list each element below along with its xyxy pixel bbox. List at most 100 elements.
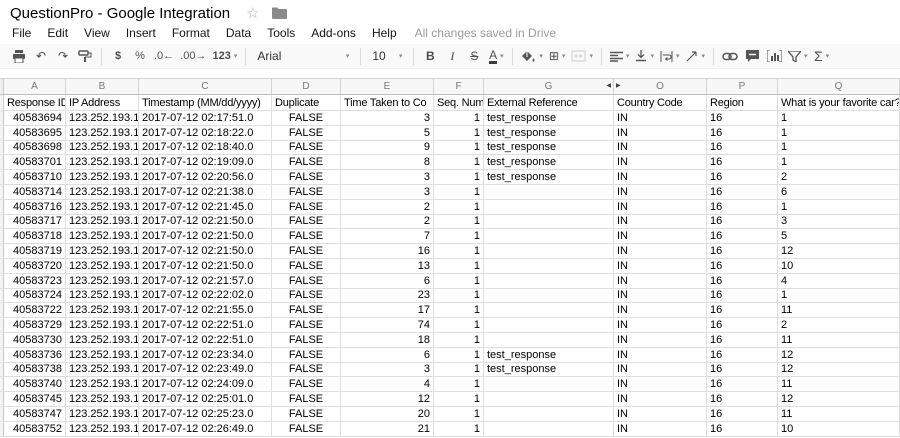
cell-c-row20[interactable]: 2017-07-12 02:24:09.0 bbox=[139, 377, 272, 393]
cell-a-row9[interactable]: 40583717 bbox=[4, 214, 66, 230]
cell-p-row17[interactable]: 16 bbox=[707, 332, 778, 348]
cell-f-row12[interactable]: 1 bbox=[434, 258, 484, 274]
cell-c-row18[interactable]: 2017-07-12 02:23:34.0 bbox=[139, 347, 272, 363]
cell-o-row7[interactable]: IN bbox=[614, 184, 707, 200]
cell-g-row14[interactable] bbox=[484, 288, 614, 304]
filter-button[interactable]: ▾ bbox=[785, 46, 811, 67]
header-cell-a[interactable]: Response ID bbox=[4, 95, 66, 111]
cell-q-row14[interactable]: 1 bbox=[778, 288, 900, 304]
column-header-d[interactable]: D bbox=[272, 79, 341, 94]
cell-f-row18[interactable]: 1 bbox=[434, 347, 484, 363]
cell-e-row11[interactable]: 16 bbox=[341, 244, 434, 259]
functions-button[interactable]: Σ ▾ bbox=[811, 46, 833, 67]
cell-o-row21[interactable]: IN bbox=[614, 392, 707, 407]
cell-d-row20[interactable]: FALSE bbox=[272, 377, 341, 393]
header-cell-f[interactable]: Seq. Number bbox=[434, 95, 484, 111]
cell-c-row19[interactable]: 2017-07-12 02:23:49.0 bbox=[139, 362, 272, 378]
cell-o-row3[interactable]: IN bbox=[614, 125, 707, 141]
cell-c-row15[interactable]: 2017-07-12 02:21:55.0 bbox=[139, 303, 272, 319]
menu-view[interactable]: View bbox=[76, 25, 118, 41]
cell-e-row18[interactable]: 6 bbox=[341, 347, 434, 363]
print-button[interactable] bbox=[8, 46, 30, 67]
cell-e-row22[interactable]: 20 bbox=[341, 406, 434, 422]
bold-button[interactable]: B bbox=[419, 46, 441, 67]
cell-c-row2[interactable]: 2017-07-12 02:17:51.0 bbox=[139, 111, 272, 126]
cell-a-row7[interactable]: 40583714 bbox=[4, 184, 66, 200]
header-cell-o[interactable]: Country Code bbox=[614, 95, 707, 111]
cell-b-row9[interactable]: 123.252.193.148 bbox=[66, 214, 139, 230]
cell-b-row13[interactable]: 123.252.193.148 bbox=[66, 273, 139, 289]
cell-e-row7[interactable]: 3 bbox=[341, 184, 434, 200]
cell-g-row21[interactable] bbox=[484, 392, 614, 407]
redo-button[interactable]: ↷ bbox=[52, 46, 74, 67]
cell-f-row15[interactable]: 1 bbox=[434, 303, 484, 319]
menu-add-ons[interactable]: Add-ons bbox=[303, 25, 364, 41]
cell-g-row22[interactable] bbox=[484, 406, 614, 422]
cell-c-row11[interactable]: 2017-07-12 02:21:50.0 bbox=[139, 244, 272, 259]
borders-button[interactable]: ⊞ ▾ bbox=[546, 46, 569, 67]
cell-o-row11[interactable]: IN bbox=[614, 244, 707, 259]
cell-q-row16[interactable]: 2 bbox=[778, 318, 900, 333]
cell-c-row3[interactable]: 2017-07-12 02:18:22.0 bbox=[139, 125, 272, 141]
cell-b-row7[interactable]: 123.252.193.148 bbox=[66, 184, 139, 200]
cell-p-row9[interactable]: 16 bbox=[707, 214, 778, 230]
cell-e-row21[interactable]: 12 bbox=[341, 392, 434, 407]
cell-a-row11[interactable]: 40583719 bbox=[4, 244, 66, 259]
hidden-columns-right-arrow-icon[interactable]: ▶ bbox=[616, 83, 621, 89]
menu-format[interactable]: Format bbox=[164, 25, 218, 41]
cell-d-row12[interactable]: FALSE bbox=[272, 258, 341, 274]
header-cell-q[interactable]: What is your favorite car? bbox=[778, 95, 900, 111]
cell-d-row15[interactable]: FALSE bbox=[272, 303, 341, 319]
cell-f-row4[interactable]: 1 bbox=[434, 140, 484, 156]
cell-q-row3[interactable]: 1 bbox=[778, 125, 900, 141]
cell-q-row4[interactable]: 1 bbox=[778, 140, 900, 156]
cell-g-row8[interactable] bbox=[484, 199, 614, 215]
cell-b-row12[interactable]: 123.252.193.148 bbox=[66, 258, 139, 274]
cell-g-row11[interactable] bbox=[484, 244, 614, 259]
cell-d-row2[interactable]: FALSE bbox=[272, 111, 341, 126]
cell-o-row2[interactable]: IN bbox=[614, 111, 707, 126]
cell-b-row23[interactable]: 123.252.193.148 bbox=[66, 421, 139, 437]
cell-o-row4[interactable]: IN bbox=[614, 140, 707, 156]
cell-b-row21[interactable]: 123.252.193.148 bbox=[66, 392, 139, 407]
cell-p-row12[interactable]: 16 bbox=[707, 258, 778, 274]
cell-a-row23[interactable]: 40583752 bbox=[4, 421, 66, 437]
cell-b-row4[interactable]: 123.252.193.148 bbox=[66, 140, 139, 156]
cell-d-row23[interactable]: FALSE bbox=[272, 421, 341, 437]
horizontal-align-button[interactable]: ▾ bbox=[607, 46, 633, 67]
cell-g-row15[interactable] bbox=[484, 303, 614, 319]
cell-o-row10[interactable]: IN bbox=[614, 229, 707, 245]
cell-d-row6[interactable]: FALSE bbox=[272, 170, 341, 185]
cell-c-row21[interactable]: 2017-07-12 02:25:01.0 bbox=[139, 392, 272, 407]
cell-d-row11[interactable]: FALSE bbox=[272, 244, 341, 259]
menu-edit[interactable]: Edit bbox=[39, 25, 76, 41]
cell-q-row6[interactable]: 2 bbox=[778, 170, 900, 185]
cell-g-row20[interactable] bbox=[484, 377, 614, 393]
cell-f-row16[interactable]: 1 bbox=[434, 318, 484, 333]
header-cell-d[interactable]: Duplicate bbox=[272, 95, 341, 111]
cell-g-row7[interactable] bbox=[484, 184, 614, 200]
menu-tools[interactable]: Tools bbox=[259, 25, 303, 41]
cell-p-row4[interactable]: 16 bbox=[707, 140, 778, 156]
star-icon[interactable]: ☆ bbox=[246, 4, 259, 22]
cell-d-row9[interactable]: FALSE bbox=[272, 214, 341, 230]
cell-c-row22[interactable]: 2017-07-12 02:25:23.0 bbox=[139, 406, 272, 422]
text-wrap-button[interactable]: ▾ bbox=[657, 46, 683, 67]
cell-f-row13[interactable]: 1 bbox=[434, 273, 484, 289]
cell-p-row5[interactable]: 16 bbox=[707, 155, 778, 171]
strikethrough-button[interactable]: S bbox=[463, 46, 485, 67]
cell-e-row5[interactable]: 8 bbox=[341, 155, 434, 171]
cell-d-row22[interactable]: FALSE bbox=[272, 406, 341, 422]
cell-o-row20[interactable]: IN bbox=[614, 377, 707, 393]
cell-o-row23[interactable]: IN bbox=[614, 421, 707, 437]
cell-e-row16[interactable]: 74 bbox=[341, 318, 434, 333]
cell-p-row14[interactable]: 16 bbox=[707, 288, 778, 304]
cell-d-row3[interactable]: FALSE bbox=[272, 125, 341, 141]
cell-d-row5[interactable]: FALSE bbox=[272, 155, 341, 171]
cell-f-row21[interactable]: 1 bbox=[434, 392, 484, 407]
cell-g-row23[interactable] bbox=[484, 421, 614, 437]
cell-e-row20[interactable]: 4 bbox=[341, 377, 434, 393]
menu-insert[interactable]: Insert bbox=[118, 25, 164, 41]
cell-a-row17[interactable]: 40583730 bbox=[4, 332, 66, 348]
format-currency-button[interactable]: $ bbox=[107, 46, 129, 67]
